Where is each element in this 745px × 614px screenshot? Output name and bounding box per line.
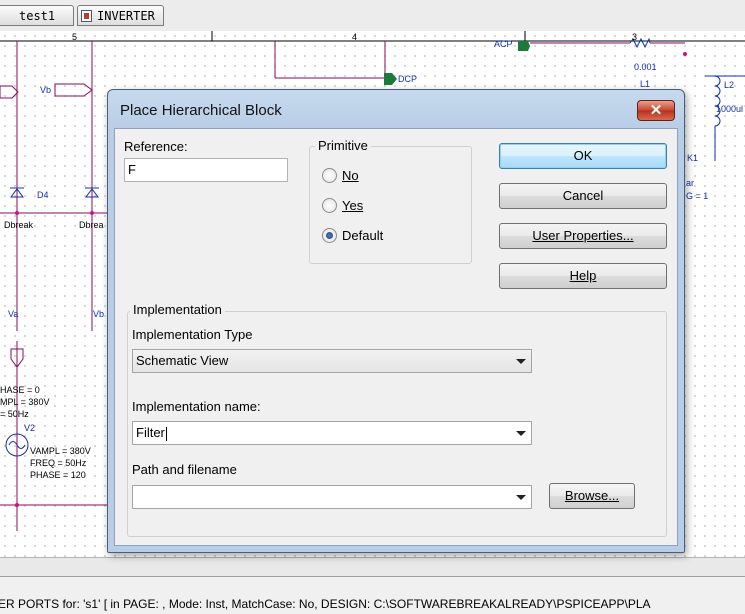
radio-label: Default [342,228,384,243]
diode-model: Dbreak [4,220,34,230]
path-filename-combo[interactable] [132,485,532,509]
port-label-vb: Vb [40,85,52,95]
close-button[interactable]: ✕ [637,100,675,121]
horizontal-scrollbar[interactable] [0,557,745,576]
source-vampl: VAMPL = 380V [30,446,91,456]
user-properties-button[interactable]: User Properties... [499,223,667,249]
help-button[interactable]: Help [499,263,667,289]
implementation-name-label: Implementation name: [132,399,261,414]
part-label-l2: L2 [724,80,735,90]
implementation-name-combo[interactable]: Filter [132,421,532,445]
chevron-down-icon [516,359,526,364]
primitive-group: Primitive No Yes Default [309,138,472,264]
chevron-down-icon [516,431,526,436]
implementation-type-select[interactable]: Schematic View [132,349,532,373]
status-bar: ER PORTS for: 's1' [ in PAGE: , Mode: In… [0,576,745,614]
source-vampl: MPL = 380V [0,397,50,407]
tab-label: test1 [19,9,56,23]
radio-primitive-default[interactable]: Default [322,227,383,245]
browse-button[interactable]: Browse... [549,483,635,509]
inductor-value: 1000ul [716,104,744,114]
status-text: ER PORTS for: 's1' [ in PAGE: , Mode: In… [0,597,651,611]
document-tab-bar: test1 INVERTER [0,0,745,32]
reference-input[interactable]: F [124,158,288,182]
part-label-k1: K1 [687,153,699,163]
ok-button[interactable]: OK [499,143,667,169]
select-value: Schematic View [136,353,229,368]
ruler-label: 5 [72,32,78,42]
button-label: Help [569,268,597,283]
ruler-label: 4 [352,32,358,42]
port-label-vb: Vb [93,309,105,319]
radio-label: Yes [342,198,364,213]
part-label-d4: D4 [37,190,49,200]
port-label-va: Va [8,309,19,319]
radio-circle-selected [322,228,337,243]
tab-label: INVERTER [97,9,155,23]
radio-primitive-no[interactable]: No [322,167,359,185]
radio-circle [322,198,337,213]
implementation-group-label: Implementation [130,302,225,317]
net-label-acp: ACP [494,39,513,49]
cancel-button[interactable]: Cancel [499,183,667,209]
path-label: Path and filename [132,462,237,477]
primitive-group-label: Primitive [315,138,371,153]
net-label-dcp: DCP [398,74,418,84]
part-label-l1: L1 [640,79,651,89]
reference-label: Reference: [124,139,188,154]
chevron-down-icon [516,495,526,500]
tab-inverter[interactable]: INVERTER [77,5,164,26]
source-phase: HASE = 0 [0,385,40,395]
text-caret [165,426,167,441]
button-label: Browse... [564,488,620,503]
close-icon: ✕ [649,102,663,119]
coupling-value: G = 1 [686,191,709,201]
combo-value: Filter [136,425,165,440]
source-phase: PHASE = 120 [30,470,86,480]
radio-label: No [342,168,359,183]
implementation-type-label: Implementation Type [132,327,253,342]
place-hierarchical-block-dialog: Place Hierarchical Block ✕ Reference: F … [107,89,685,553]
button-label: User Properties... [532,228,634,243]
radio-primitive-yes[interactable]: Yes [322,197,363,215]
dialog-client-area: Reference: F Primitive No Yes Default OK… [114,128,678,546]
part-label-v2: V2 [24,423,36,433]
source-freq: = 50Hz [0,409,29,419]
dialog-title: Place Hierarchical Block [120,102,282,119]
ruler-label: 3 [632,32,638,42]
diode-model: Dbrea [79,220,104,230]
radio-circle [322,168,337,183]
source-freq: FREQ = 50Hz [30,458,87,468]
tab-test1[interactable]: test1 [0,5,74,26]
resistor-value: 0.001 [634,62,657,72]
part-label-ar: ar [686,178,695,188]
schematic-page-icon [81,10,92,22]
